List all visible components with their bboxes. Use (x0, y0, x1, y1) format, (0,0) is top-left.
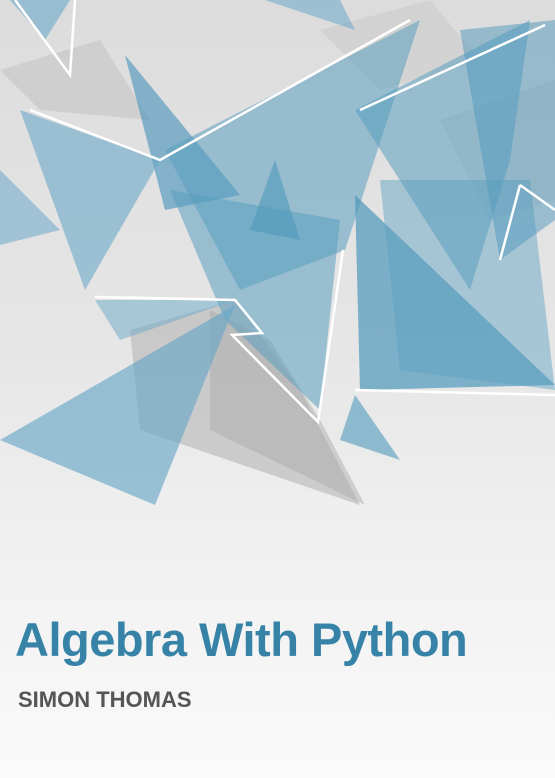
blue-shard (340, 395, 400, 460)
blue-shard (20, 110, 160, 290)
cover-artwork (0, 0, 555, 505)
blue-shard (265, 0, 355, 30)
book-title: Algebra With Python (15, 613, 468, 666)
author-name: SIMON THOMAS (18, 687, 192, 712)
gray-shard (0, 40, 150, 120)
book-cover: Algebra With Python SIMON THOMAS (0, 0, 555, 778)
highlight-line (354, 388, 555, 397)
